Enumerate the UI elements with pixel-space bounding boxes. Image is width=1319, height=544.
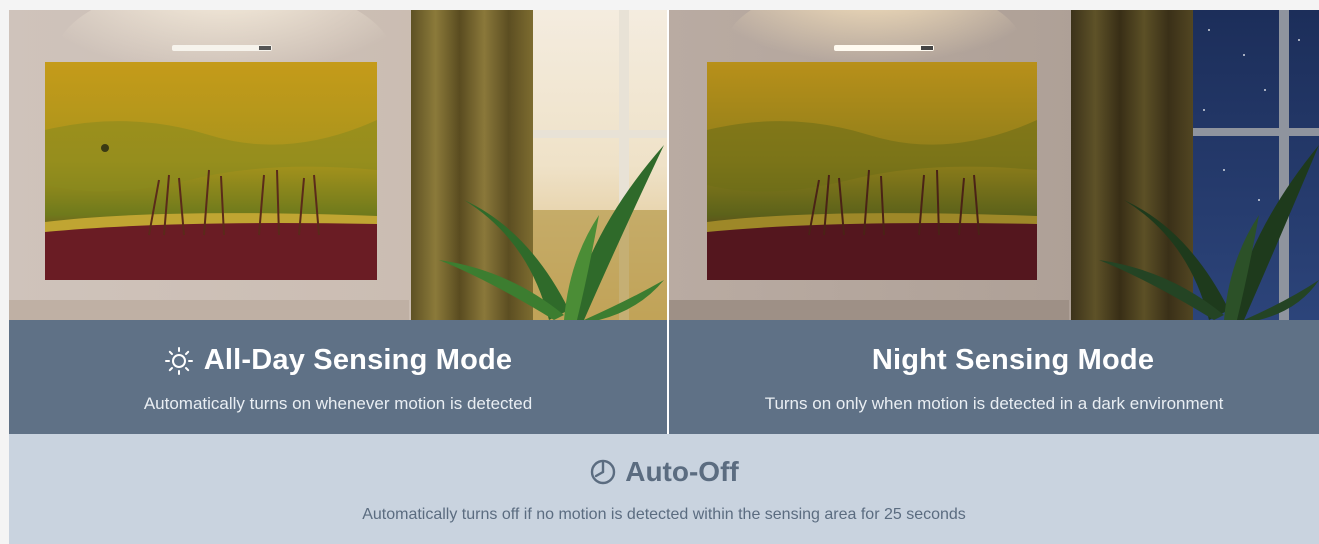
mode-panels: All-Day Sensing Mode Automatically turns…	[9, 10, 1319, 434]
night-mode-title: Night Sensing Mode	[871, 344, 1155, 376]
night-mode-panel: Night Sensing Mode Turns on only when mo…	[669, 10, 1319, 434]
auto-off-description: Automatically turns off if no motion is …	[362, 506, 966, 523]
all-day-mode-title-row: All-Day Sensing Mode	[9, 344, 667, 377]
timer-icon	[589, 458, 617, 486]
daytime-room-image	[9, 10, 667, 320]
sensing-modes-banner: All-Day Sensing Mode Automatically turns…	[9, 10, 1319, 544]
night-room-image	[669, 10, 1319, 320]
all-day-mode-panel: All-Day Sensing Mode Automatically turns…	[9, 10, 667, 434]
auto-off-title: Auto-Off	[625, 456, 739, 487]
all-day-mode-title: All-Day Sensing Mode	[203, 344, 513, 376]
sun-icon	[164, 346, 194, 376]
all-day-mode-caption: All-Day Sensing Mode Automatically turns…	[9, 320, 667, 434]
all-day-mode-description: Automatically turns on whenever motion i…	[143, 394, 533, 413]
night-mode-title-row: Night Sensing Mode	[669, 344, 1319, 377]
night-mode-description: Turns on only when motion is detected in…	[764, 394, 1224, 413]
auto-off-title-row: Auto-Off	[9, 456, 1319, 488]
moon-icon	[834, 347, 862, 375]
auto-off-section: Auto-Off Automatically turns off if no m…	[9, 434, 1319, 544]
night-mode-caption: Night Sensing Mode Turns on only when mo…	[669, 320, 1319, 434]
